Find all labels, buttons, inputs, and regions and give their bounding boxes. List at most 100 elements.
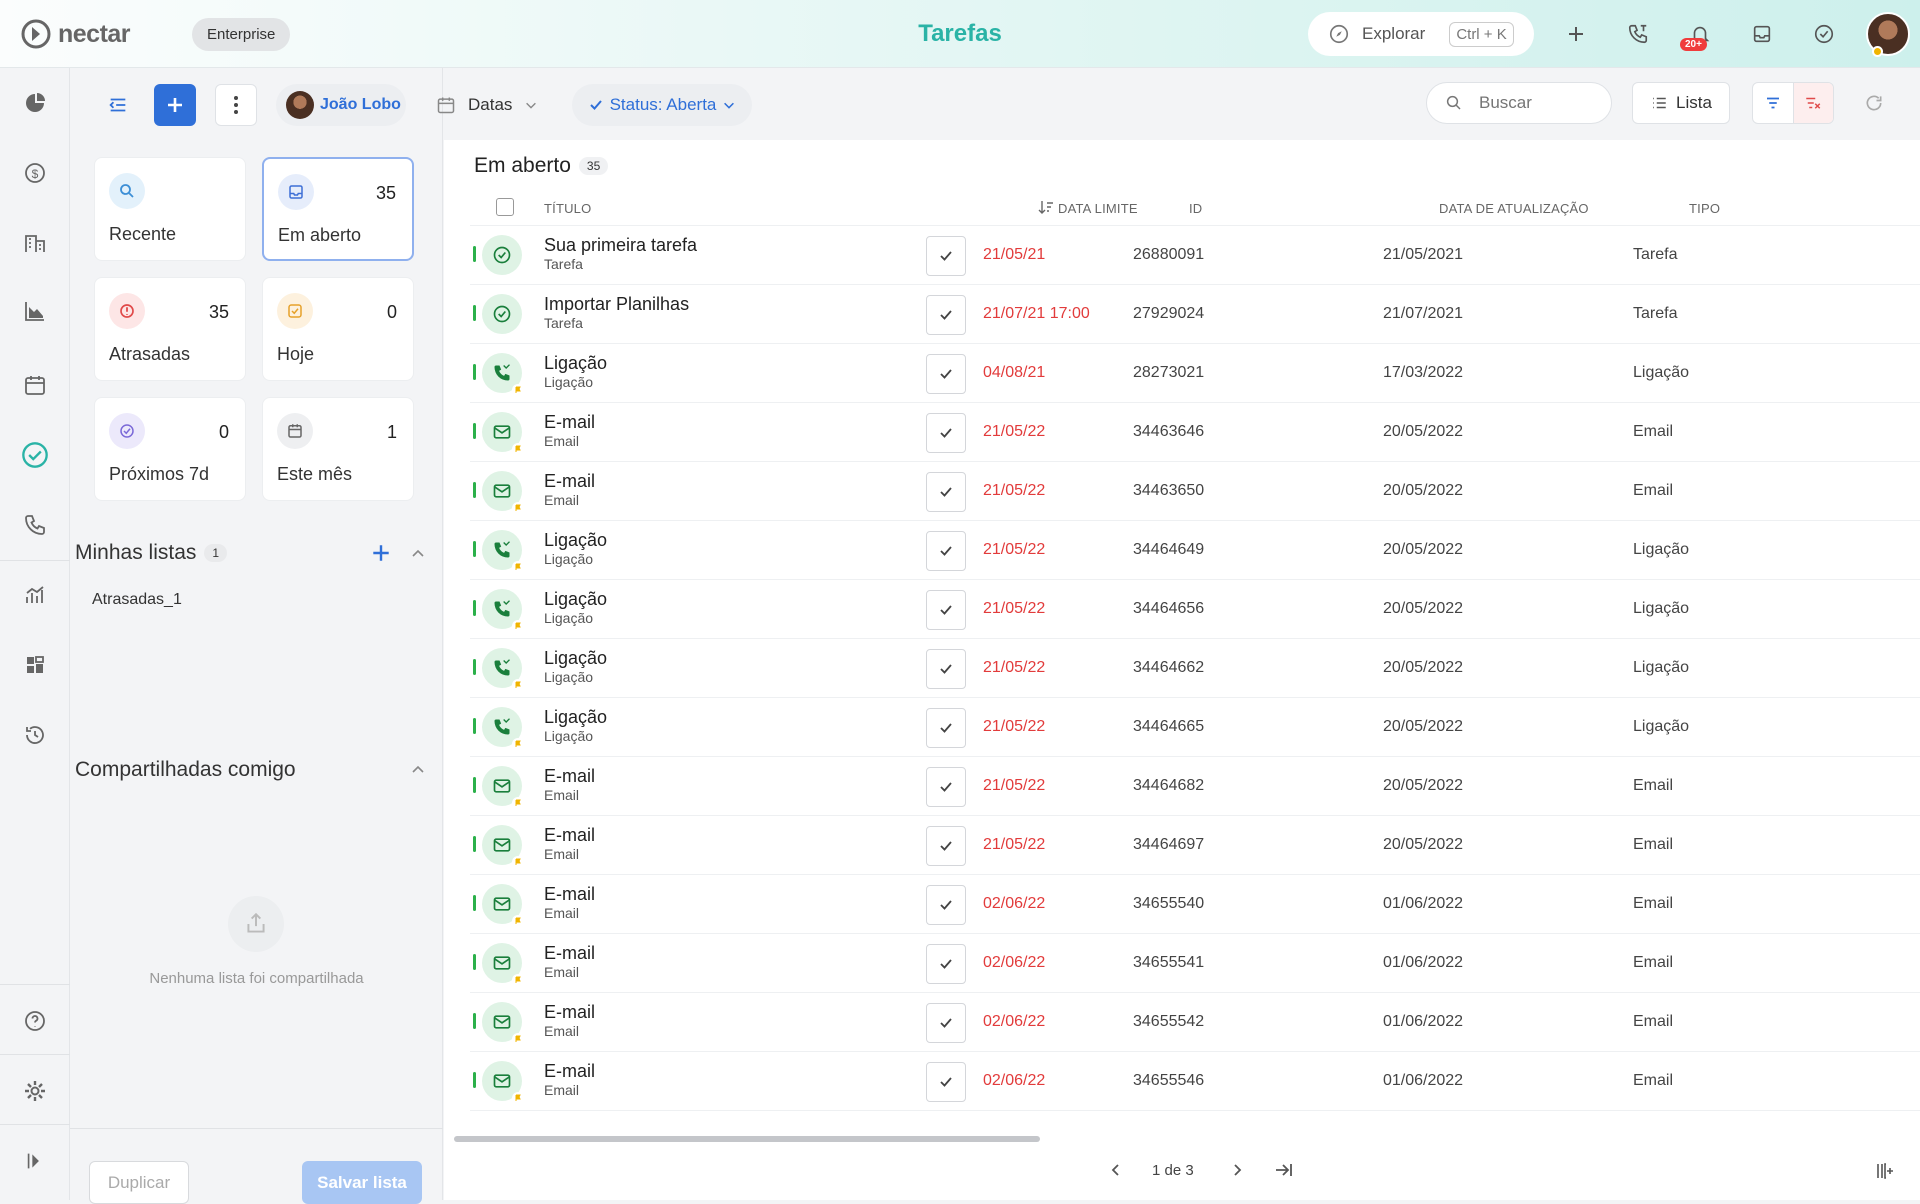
add-icon[interactable]: [1562, 20, 1590, 48]
table-row[interactable]: Importar Planilhas Tarefa 21/07/21 17:00 27…: [470, 285, 1920, 344]
table-row[interactable]: E-mail Email 02/06/22 34655542 01/06/2022 Ema…: [470, 993, 1920, 1052]
complete-task-button[interactable]: [926, 826, 966, 866]
complete-task-button[interactable]: [926, 767, 966, 807]
tile-hoje[interactable]: 0 Hoje: [262, 277, 414, 381]
col-header-updated[interactable]: DATA DE ATUALIZAÇÃO: [1439, 201, 1589, 216]
tile-em-aberto[interactable]: 35 Em aberto: [262, 157, 414, 261]
table-row[interactable]: E-mail Email 21/05/22 34463650 20/05/2022 Ema…: [470, 462, 1920, 521]
phone-icon[interactable]: [20, 510, 50, 540]
task-title[interactable]: Sua primeira tarefa: [544, 235, 697, 256]
search-field[interactable]: [1426, 82, 1612, 124]
horizontal-scrollbar[interactable]: [454, 1136, 1040, 1142]
apps-icon[interactable]: [20, 650, 50, 680]
explore-search[interactable]: Explorar Ctrl + K: [1308, 12, 1534, 56]
task-title[interactable]: Ligação: [544, 353, 607, 374]
col-header-type[interactable]: TIPO: [1689, 201, 1720, 216]
sort-icon[interactable]: [1038, 199, 1054, 215]
last-page-icon[interactable]: [1274, 1161, 1294, 1179]
history-icon[interactable]: [20, 720, 50, 750]
table-row[interactable]: Ligação Ligação 21/05/22 34464665 20/05/2022…: [470, 698, 1920, 757]
task-title[interactable]: E-mail: [544, 884, 595, 905]
select-all-checkbox[interactable]: [496, 198, 514, 216]
search-input[interactable]: [1479, 93, 1599, 113]
tile-atrasadas[interactable]: 35 Atrasadas: [94, 277, 246, 381]
tile-recente[interactable]: Recente: [94, 157, 246, 261]
add-task-button[interactable]: [154, 84, 196, 126]
tile-este-mes[interactable]: 1 Este mês: [262, 397, 414, 501]
filter-icon[interactable]: [1753, 83, 1793, 123]
chevron-up-icon[interactable]: [410, 546, 426, 562]
complete-task-button[interactable]: [926, 531, 966, 571]
task-title[interactable]: Ligação: [544, 589, 607, 610]
complete-task-button[interactable]: [926, 649, 966, 689]
status-filter-chip[interactable]: Status: Aberta: [572, 84, 752, 126]
table-row[interactable]: Ligação Ligação 04/08/21 28273021 17/03/2022…: [470, 344, 1920, 403]
view-mode-button[interactable]: Lista: [1632, 82, 1730, 124]
table-row[interactable]: E-mail Email 21/05/22 34464682 20/05/2022 Ema…: [470, 757, 1920, 816]
inbox-icon[interactable]: [1748, 20, 1776, 48]
prev-page-icon[interactable]: [1108, 1162, 1124, 1178]
task-title[interactable]: E-mail: [544, 766, 595, 787]
dashboard-icon[interactable]: [20, 88, 50, 118]
user-filter-chip[interactable]: João Lobo: [276, 84, 406, 126]
task-title[interactable]: E-mail: [544, 471, 595, 492]
complete-task-button[interactable]: [926, 590, 966, 630]
collapse-panel-button[interactable]: [100, 84, 136, 126]
list-item-atrasadas-1[interactable]: Atrasadas_1: [92, 591, 182, 609]
table-row[interactable]: E-mail Email 02/06/22 34655541 01/06/2022 Ema…: [470, 934, 1920, 993]
task-title[interactable]: Ligação: [544, 530, 607, 551]
tile-proximos-7d[interactable]: 0 Próximos 7d: [94, 397, 246, 501]
complete-task-button[interactable]: [926, 236, 966, 276]
task-title[interactable]: E-mail: [544, 1002, 595, 1023]
table-row[interactable]: E-mail Email 02/06/22 34655546 01/06/2022 Ema…: [470, 1052, 1920, 1111]
complete-task-button[interactable]: [926, 354, 966, 394]
gear-icon[interactable]: [20, 1076, 50, 1106]
analytics-icon[interactable]: [20, 580, 50, 610]
table-row[interactable]: Ligação Ligação 21/05/22 34464656 20/05/2022…: [470, 580, 1920, 639]
task-title[interactable]: E-mail: [544, 825, 595, 846]
col-header-id[interactable]: ID: [1189, 201, 1202, 216]
dollar-icon[interactable]: $: [20, 158, 50, 188]
chart-icon[interactable]: [20, 296, 50, 326]
building-icon[interactable]: [20, 228, 50, 258]
add-list-icon[interactable]: [370, 542, 392, 564]
col-header-title[interactable]: TÍTULO: [544, 201, 591, 216]
more-options-button[interactable]: [215, 84, 257, 126]
help-icon[interactable]: [20, 1006, 50, 1036]
complete-task-button[interactable]: [926, 708, 966, 748]
task-title[interactable]: E-mail: [544, 412, 595, 433]
refresh-icon[interactable]: [1864, 93, 1884, 113]
nectar-logo[interactable]: nectar: [20, 18, 131, 50]
complete-task-button[interactable]: [926, 1062, 966, 1102]
expand-icon[interactable]: [20, 1146, 50, 1176]
table-row[interactable]: E-mail Email 02/06/22 34655540 01/06/2022 Ema…: [470, 875, 1920, 934]
columns-icon[interactable]: [1876, 1162, 1896, 1180]
clear-filter-icon[interactable]: [1792, 83, 1833, 123]
complete-task-button[interactable]: [926, 944, 966, 984]
dates-filter[interactable]: Datas: [436, 84, 546, 126]
check-circle-icon[interactable]: [1810, 20, 1838, 48]
complete-task-button[interactable]: [926, 885, 966, 925]
table-row[interactable]: Ligação Ligação 21/05/22 34464662 20/05/2022…: [470, 639, 1920, 698]
next-page-icon[interactable]: [1229, 1162, 1245, 1178]
task-title[interactable]: E-mail: [544, 943, 595, 964]
task-title[interactable]: Importar Planilhas: [544, 294, 689, 315]
chevron-up-icon[interactable]: [410, 762, 426, 778]
tasks-icon[interactable]: [20, 440, 50, 470]
save-list-button[interactable]: Salvar lista: [302, 1161, 422, 1204]
table-row[interactable]: E-mail Email 21/05/22 34463646 20/05/2022 Ema…: [470, 403, 1920, 462]
table-row[interactable]: Ligação Ligação 21/05/22 34464649 20/05/2022…: [470, 521, 1920, 580]
table-row[interactable]: Sua primeira tarefa Tarefa 21/05/21 2688009…: [470, 226, 1920, 285]
complete-task-button[interactable]: [926, 295, 966, 335]
duplicate-button[interactable]: Duplicar: [89, 1161, 189, 1204]
complete-task-button[interactable]: [926, 413, 966, 453]
task-title[interactable]: Ligação: [544, 648, 607, 669]
phone-calls-icon[interactable]: [1624, 20, 1652, 48]
task-title[interactable]: E-mail: [544, 1061, 595, 1082]
table-row[interactable]: E-mail Email 21/05/22 34464697 20/05/2022 Ema…: [470, 816, 1920, 875]
task-title[interactable]: Ligação: [544, 707, 607, 728]
complete-task-button[interactable]: [926, 1003, 966, 1043]
col-header-due[interactable]: DATA LIMITE: [1058, 201, 1138, 216]
complete-task-button[interactable]: [926, 472, 966, 512]
calendar-icon[interactable]: [20, 370, 50, 400]
